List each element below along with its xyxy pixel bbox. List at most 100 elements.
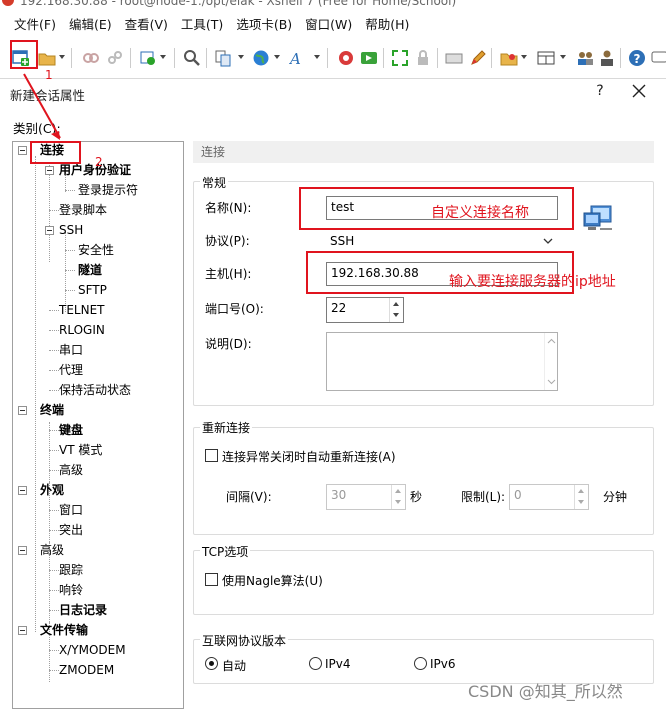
tree-item-advanced[interactable]: 高级 [40, 542, 64, 558]
description-textarea[interactable] [326, 332, 558, 391]
reconnect-group-label: 重新连接 [200, 419, 253, 436]
disconnect-icon[interactable] [106, 49, 124, 67]
tree-item-xymodem[interactable]: X/YMODEM [59, 642, 126, 658]
font-dropdown-icon[interactable] [314, 55, 320, 59]
annotation-host-hint: 输入要连接服务器的ip地址 [449, 274, 616, 290]
reconnect-group [193, 427, 654, 535]
ipv6-radio[interactable] [414, 657, 427, 670]
open-dropdown-icon[interactable] [59, 55, 65, 59]
chat-icon[interactable] [651, 49, 666, 67]
auto-reconnect-label: 连接异常关闭时自动重新连接(A) [222, 450, 396, 464]
menu-edit[interactable]: 编辑(E) [69, 14, 112, 33]
tree-item-keep-alive[interactable]: 保持活动状态 [59, 382, 131, 398]
dialog-help-button[interactable]: ? [591, 83, 609, 99]
properties-dropdown-icon[interactable] [160, 55, 166, 59]
layout-icon[interactable] [537, 49, 555, 67]
svg-text:?: ? [634, 52, 641, 66]
menu-view[interactable]: 查看(V) [125, 14, 168, 33]
folder-dropdown-icon[interactable] [521, 55, 527, 59]
menu-help[interactable]: 帮助(H) [365, 14, 409, 33]
nagle-checkbox[interactable] [205, 573, 218, 586]
tree-item-trace[interactable]: 跟踪 [59, 562, 83, 578]
limit-unit: 分钟 [603, 490, 628, 504]
tree-expander-terminal[interactable] [18, 406, 27, 415]
tree-item-bell[interactable]: 响铃 [59, 582, 83, 598]
tree-item-login-scripts[interactable]: 登录脚本 [59, 202, 107, 218]
menu-window[interactable]: 窗口(W) [305, 14, 352, 33]
tree-item-ssh[interactable]: SSH [59, 222, 83, 238]
ip-auto-radio[interactable] [205, 657, 218, 670]
tree-expander-file-transfer[interactable] [18, 626, 27, 635]
menu-file[interactable]: 文件(F) [14, 14, 56, 33]
port-value: 22 [331, 301, 347, 315]
fullscreen-icon[interactable] [391, 49, 409, 67]
pencil-icon[interactable] [469, 49, 487, 67]
description-scrollbar[interactable] [544, 333, 557, 390]
lock-icon[interactable] [414, 49, 432, 67]
user-icon[interactable] [598, 49, 616, 67]
open-folder-icon[interactable] [38, 49, 56, 67]
tree-item-login-prompts[interactable]: 登录提示符 [78, 182, 138, 198]
chevron-down-icon [543, 238, 553, 244]
users-icon[interactable] [576, 49, 594, 67]
tree-item-appearance[interactable]: 外观 [40, 482, 64, 498]
copy-dropdown-icon[interactable] [238, 55, 244, 59]
category-tree[interactable]: 连接 用户身份验证 登录提示符 登录脚本 SSH 安全性 隧道 SFTP TEL… [12, 141, 184, 709]
close-icon[interactable] [630, 82, 648, 100]
port-spinner[interactable] [389, 298, 403, 322]
ipv6-label: IPv6 [430, 657, 456, 671]
annotation-step-2: 2 [95, 155, 103, 169]
menu-tools[interactable]: 工具(T) [181, 14, 223, 33]
xftp-icon[interactable] [337, 49, 355, 67]
connect-icon[interactable] [82, 49, 100, 67]
tree-expander-auth[interactable] [45, 166, 54, 175]
tree-expander-ssh[interactable] [45, 226, 54, 235]
ipv4-radio[interactable] [309, 657, 322, 670]
limit-value: 0 [514, 488, 522, 502]
interval-unit: 秒 [410, 490, 423, 504]
protocol-value: SSH [330, 234, 355, 248]
tree-item-highlight[interactable]: 突出 [59, 522, 83, 538]
ip-version-group-label: 互联网协议版本 [200, 632, 289, 649]
tree-item-terminal[interactable]: 终端 [40, 402, 64, 418]
tree-item-security[interactable]: 安全性 [78, 242, 114, 258]
auto-reconnect-checkbox[interactable] [205, 449, 218, 462]
folder-icon[interactable] [500, 49, 518, 67]
tree-item-tunneling[interactable]: 隧道 [78, 262, 102, 278]
svg-text:A: A [289, 50, 301, 67]
description-label: 说明(D): [205, 337, 252, 351]
properties-icon[interactable] [139, 49, 157, 67]
find-icon[interactable] [183, 49, 201, 67]
tree-item-sftp[interactable]: SFTP [78, 282, 107, 298]
help-icon[interactable]: ? [628, 49, 646, 67]
menu-tabs[interactable]: 选项卡(B) [236, 14, 292, 33]
globe-icon[interactable] [252, 49, 270, 67]
menu-bar: 文件(F) 编辑(E) 查看(V) 工具(T) 选项卡(B) 窗口(W) 帮助(… [0, 10, 666, 36]
nagle-label: 使用Nagle算法(U) [222, 574, 323, 588]
name-label: 名称(N): [205, 201, 252, 215]
tree-item-terminal-advanced[interactable]: 高级 [59, 462, 83, 478]
tree-item-rlogin[interactable]: RLOGIN [59, 322, 105, 338]
tree-item-file-transfer[interactable]: 文件传输 [40, 622, 88, 638]
font-icon[interactable]: A [289, 49, 307, 67]
tree-expander-advanced[interactable] [18, 546, 27, 555]
tree-item-zmodem[interactable]: ZMODEM [59, 662, 114, 678]
annotation-box-new-session [10, 40, 38, 69]
tree-item-window[interactable]: 窗口 [59, 502, 83, 518]
layout-dropdown-icon[interactable] [560, 55, 566, 59]
tree-item-serial[interactable]: 串口 [59, 342, 83, 358]
annotation-arrow [23, 73, 61, 140]
keyboard-icon[interactable] [445, 49, 463, 67]
tree-expander-appearance[interactable] [18, 486, 27, 495]
tree-item-telnet[interactable]: TELNET [59, 302, 105, 318]
tree-item-keyboard[interactable]: 键盘 [59, 422, 83, 438]
tree-item-vt-mode[interactable]: VT 模式 [59, 442, 102, 458]
tree-item-proxy[interactable]: 代理 [59, 362, 83, 378]
green-icon[interactable] [360, 49, 378, 67]
globe-dropdown-icon[interactable] [274, 55, 280, 59]
ip-auto-label: 自动 [222, 659, 247, 673]
tree-item-logging[interactable]: 日志记录 [59, 602, 107, 618]
protocol-select[interactable]: SSH [326, 230, 558, 252]
copy-icon[interactable] [214, 49, 232, 67]
session-computer-icon [583, 205, 612, 230]
